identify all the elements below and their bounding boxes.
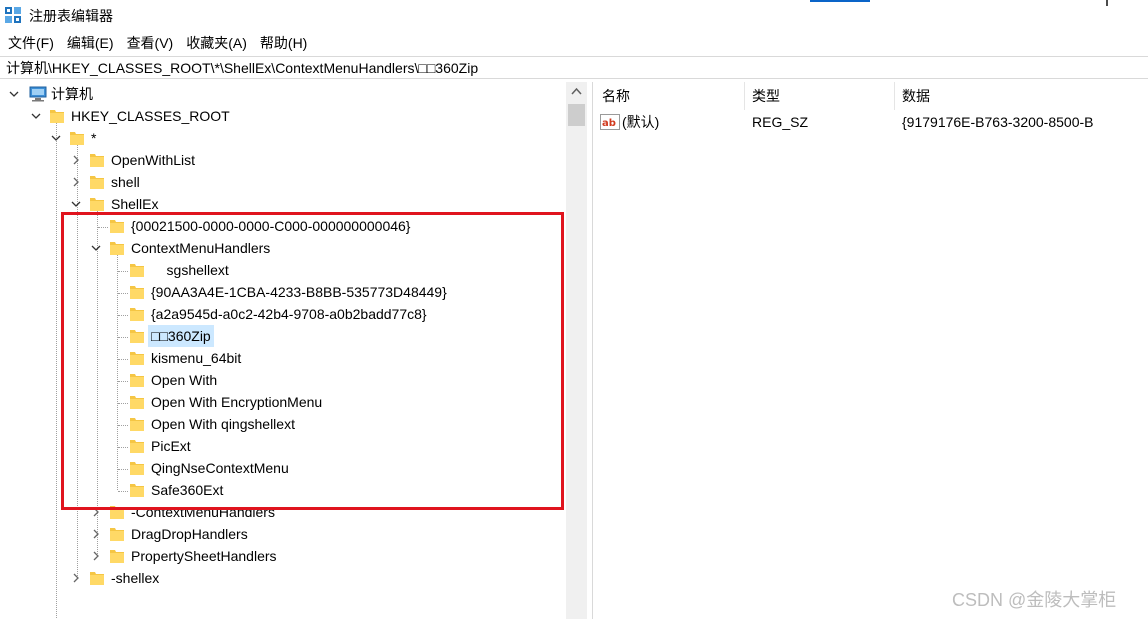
tree-item-openwithlist[interactable]: OpenWithList — [0, 149, 560, 171]
chevron-right-icon[interactable] — [70, 176, 82, 188]
tree-item-label: * — [91, 130, 97, 146]
folder-icon — [70, 132, 84, 145]
chevron-right-icon[interactable] — [90, 550, 102, 562]
chevron-down-icon[interactable] — [50, 132, 62, 144]
highlight-annotation-box — [61, 212, 564, 510]
folder-icon — [110, 550, 124, 563]
menu-help[interactable]: 帮助(H) — [254, 32, 314, 54]
folder-icon — [90, 176, 104, 189]
pane-splitter[interactable] — [592, 82, 593, 619]
svg-text:ab: ab — [602, 118, 616, 129]
menu-favorites[interactable]: 收藏夹(A) — [180, 32, 254, 54]
tree-item-label: 计算机 — [51, 86, 93, 102]
tree-item-label: -shellex — [111, 570, 160, 586]
chevron-down-icon[interactable] — [30, 110, 42, 122]
column-header-name[interactable]: 名称 — [602, 87, 630, 105]
values-pane[interactable]: 名称 类型 数据 ab (默认) REG_SZ {9179176E-B763-3… — [594, 82, 1148, 619]
column-divider[interactable] — [894, 82, 895, 110]
window-title: 注册表编辑器 — [29, 8, 113, 24]
title-accent-bar — [810, 0, 870, 2]
value-row[interactable]: ab (默认) REG_SZ {9179176E-B763-3200-8500-… — [594, 111, 1148, 133]
value-data: {9179176E-B763-3200-8500-B — [902, 114, 1094, 130]
list-header: 名称 类型 数据 — [594, 82, 1148, 110]
tree-item-label: DragDropHandlers — [131, 526, 248, 542]
watermark: CSDN @金陵大掌柜 — [952, 590, 1117, 610]
value-name: (默认) — [622, 114, 660, 130]
tree-item-minus-shellex[interactable]: -shellex — [0, 567, 560, 589]
chevron-right-icon[interactable] — [90, 528, 102, 540]
string-value-icon: ab — [600, 114, 620, 130]
value-type: REG_SZ — [752, 114, 809, 130]
folder-icon — [90, 154, 104, 167]
tree-scrollbar[interactable] — [566, 82, 587, 619]
chevron-right-icon[interactable] — [70, 572, 82, 584]
chevron-down-icon[interactable] — [8, 88, 20, 100]
folder-icon — [90, 572, 104, 585]
folder-icon — [110, 528, 124, 541]
tree-item-label: HKEY_CLASSES_ROOT — [71, 108, 230, 124]
menu-file[interactable]: 文件(F) — [0, 32, 61, 54]
tree-item-computer[interactable]: 计算机 — [0, 83, 560, 105]
address-path[interactable]: 计算机\HKEY_CLASSES_ROOT\*\ShellEx\ContextM… — [6, 59, 478, 77]
registry-editor-icon — [5, 7, 21, 23]
tree-item-shell[interactable]: shell — [0, 171, 560, 193]
tree-item-star[interactable]: * — [0, 127, 560, 149]
address-bar[interactable]: 计算机\HKEY_CLASSES_ROOT\*\ShellEx\ContextM… — [0, 56, 1148, 79]
column-divider[interactable] — [744, 82, 745, 110]
column-header-type[interactable]: 类型 — [752, 87, 780, 105]
column-header-data[interactable]: 数据 — [902, 87, 930, 105]
folder-icon — [50, 110, 64, 123]
close-button-edge[interactable] — [1106, 0, 1108, 6]
scroll-thumb[interactable] — [568, 104, 585, 126]
tree-item-label: PropertySheetHandlers — [131, 548, 277, 564]
chevron-down-icon[interactable] — [70, 198, 82, 210]
tree-item-label: OpenWithList — [111, 152, 196, 168]
tree-item-propertysheethandlers[interactable]: PropertySheetHandlers — [0, 545, 560, 567]
menu-edit[interactable]: 编辑(E) — [61, 32, 121, 54]
computer-icon — [29, 86, 47, 102]
tree-item-dragdrophandlers[interactable]: DragDropHandlers — [0, 523, 560, 545]
menu-bar: 文件(F) 编辑(E) 查看(V) 收藏夹(A) 帮助(H) — [0, 31, 1148, 55]
tree-item-hkcr[interactable]: HKEY_CLASSES_ROOT — [0, 105, 560, 127]
scroll-up-icon[interactable] — [566, 82, 587, 102]
menu-view[interactable]: 查看(V) — [121, 32, 181, 54]
tree-item-label: shell — [111, 174, 140, 190]
title-bar: 注册表编辑器 — [0, 0, 1148, 31]
chevron-right-icon[interactable] — [70, 154, 82, 166]
folder-icon — [90, 198, 104, 211]
